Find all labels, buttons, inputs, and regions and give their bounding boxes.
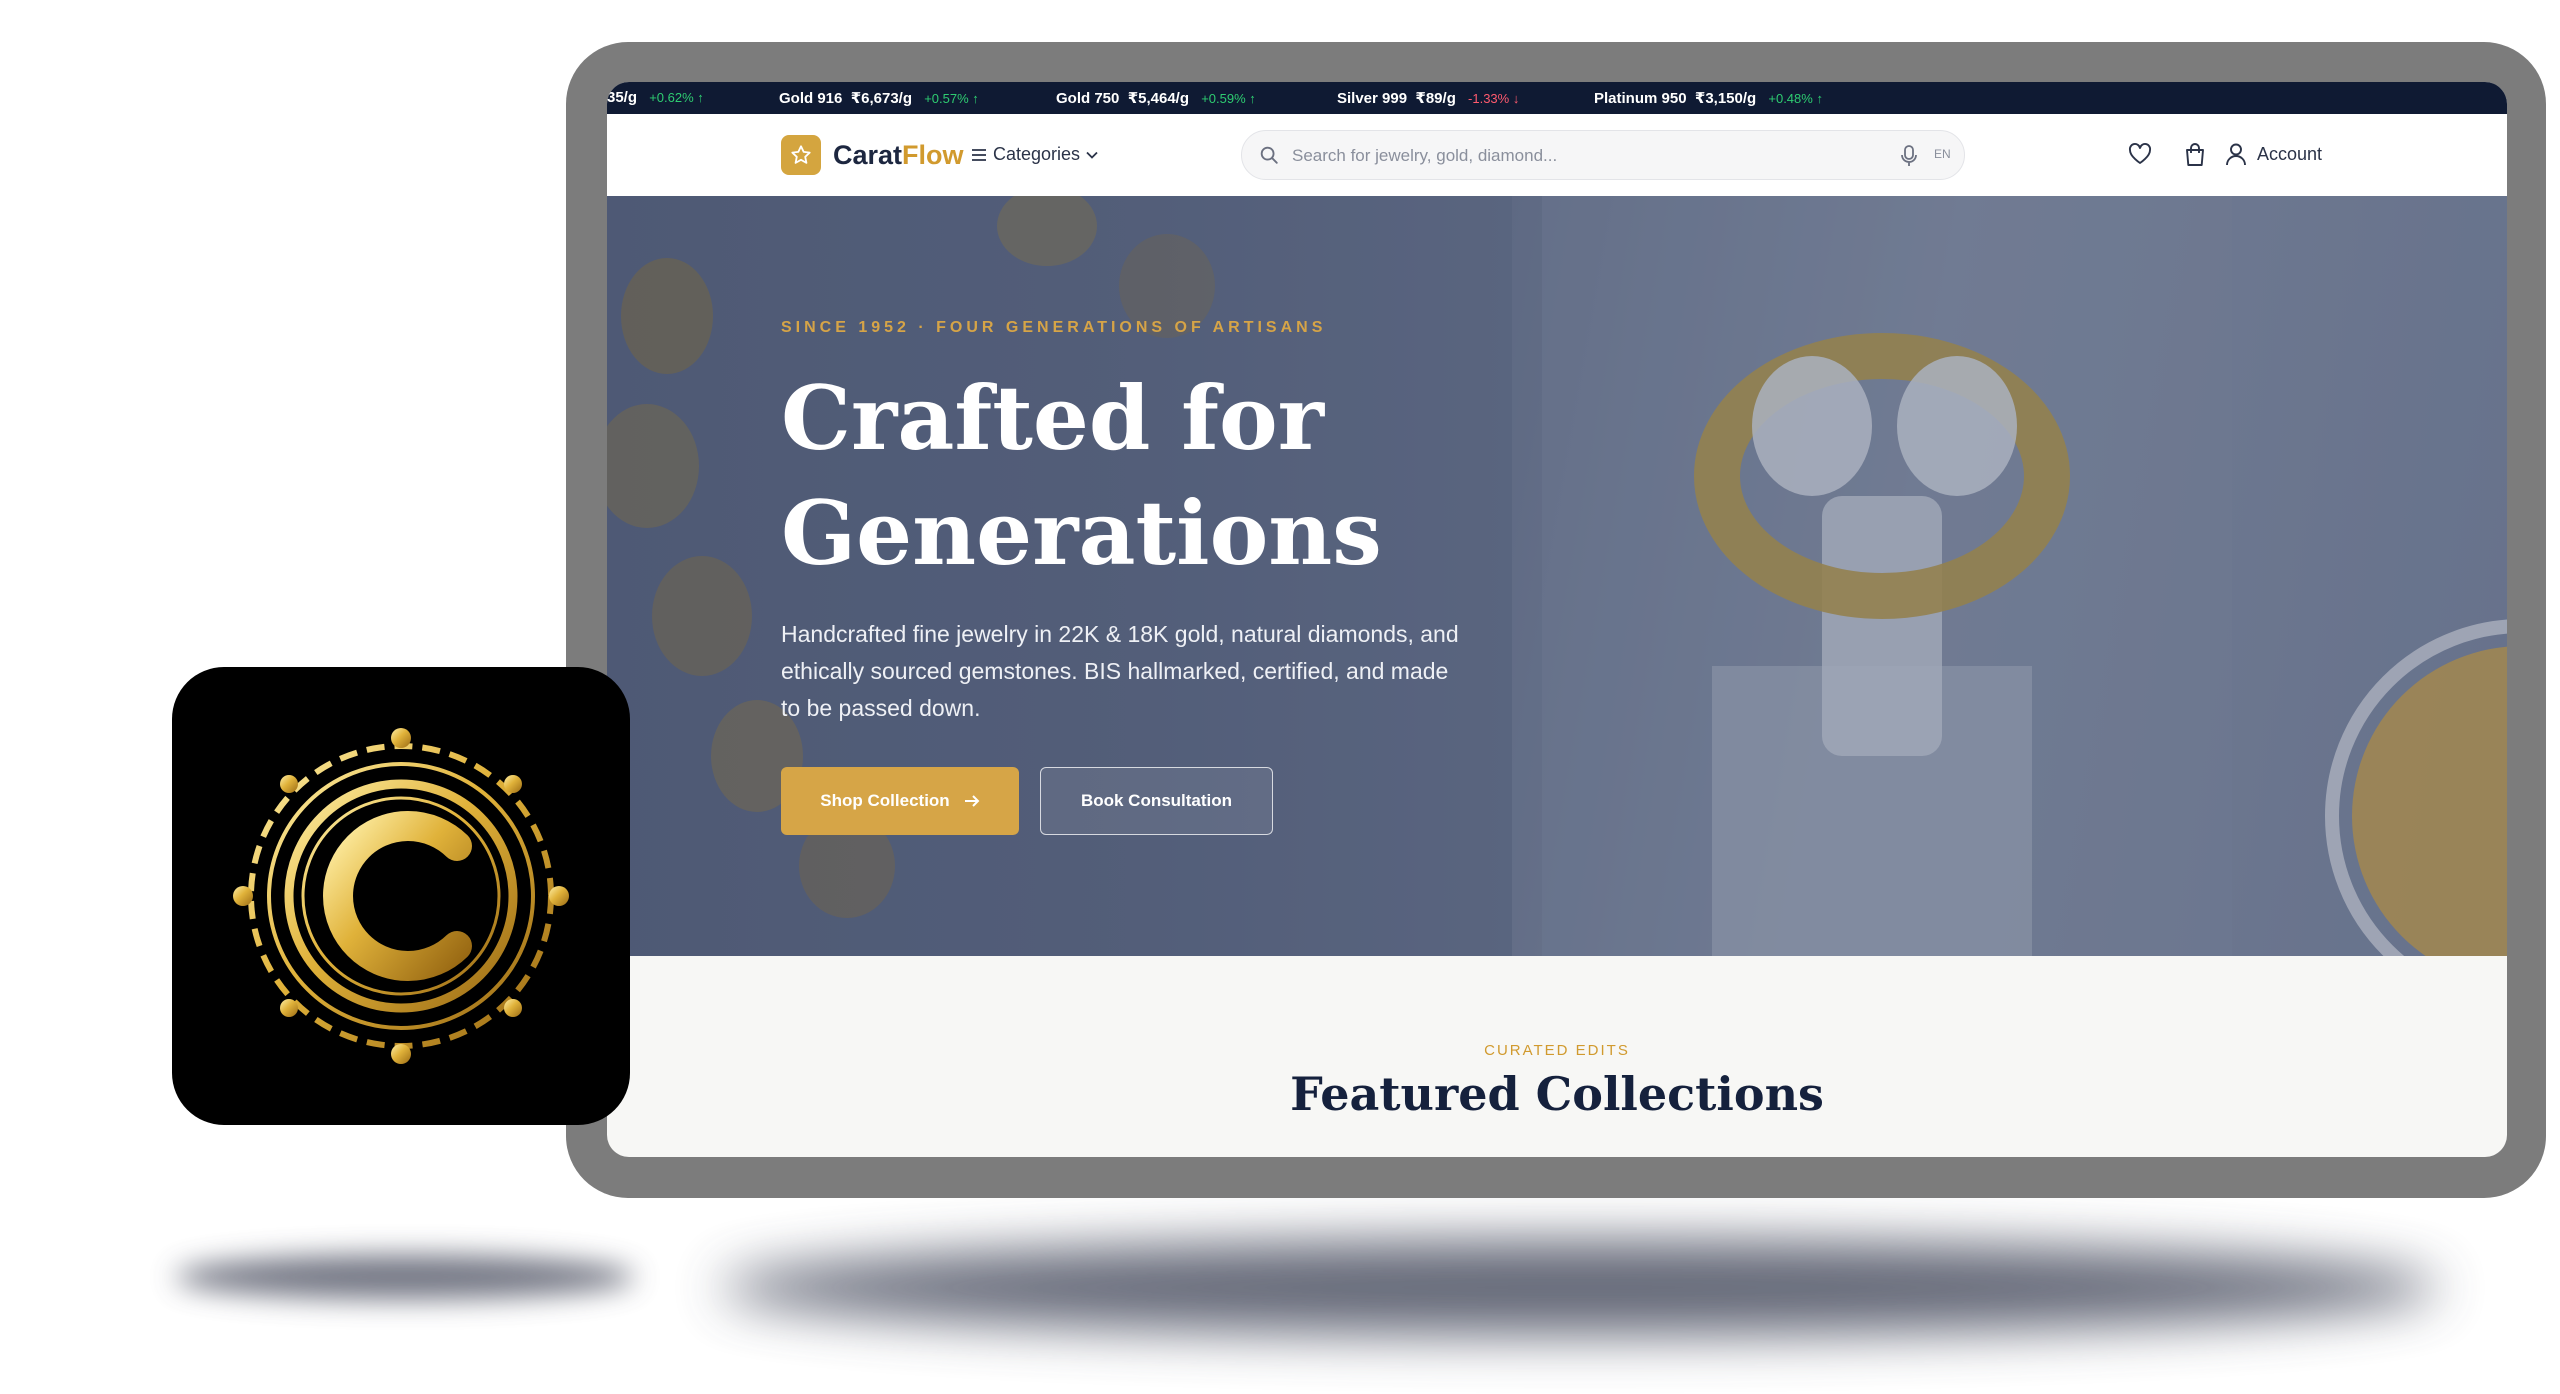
user-icon — [2226, 143, 2246, 166]
ticker-label: Silver 999 — [1337, 90, 1408, 107]
letter-c-glyph — [323, 811, 472, 981]
ticker-price: ₹5,464/g — [1127, 90, 1190, 107]
ticker-item: Platinum 950 ₹3,150/g +0.48% ↑ — [1594, 89, 1823, 107]
heart-icon[interactable] — [2127, 142, 2153, 166]
website-screen: 35/g +0.62% ↑ Gold 916 ₹6,673/g +0.57% ↑… — [607, 82, 2507, 1157]
price-ticker: 35/g +0.62% ↑ Gold 916 ₹6,673/g +0.57% ↑… — [607, 82, 2507, 114]
chevron-down-icon — [1086, 151, 1098, 159]
ticker-change: +0.62% ↑ — [649, 90, 704, 105]
shop-collection-button[interactable]: Shop Collection — [781, 767, 1019, 835]
book-consultation-label: Book Consultation — [1080, 791, 1233, 810]
hero-title: Crafted for Generations — [781, 366, 1382, 585]
ticker-label: Platinum 950 — [1594, 90, 1687, 107]
ticker-change: +0.59% ↑ — [1201, 91, 1256, 106]
search-bar: EN — [1241, 130, 1965, 180]
account-button[interactable]: Account — [2225, 142, 2322, 166]
logo-accent-text: Flow — [902, 140, 964, 170]
app-icon — [172, 667, 630, 1125]
book-consultation-button[interactable]: Book Consultation — [1040, 767, 1273, 835]
hero-subtitle: Handcrafted fine jewelry in 22K & 18K go… — [781, 621, 1459, 721]
logo-star-icon[interactable] — [781, 135, 821, 175]
logo-main-text: Carat — [833, 140, 903, 170]
menu-icon — [972, 148, 986, 161]
arrow-right-icon — [964, 795, 980, 807]
ticker-price: ₹3,150/g — [1694, 90, 1757, 107]
language-selector[interactable]: EN — [1934, 147, 1951, 161]
shop-collection-label: Shop Collection — [820, 791, 950, 810]
ticker-label: Gold 750 — [1056, 90, 1120, 107]
categories-menu[interactable]: Categories — [971, 144, 1098, 165]
ticker-item: Gold 916 ₹6,673/g +0.57% ↑ — [779, 89, 979, 107]
logo-wordmark[interactable]: CaratFlow — [833, 140, 964, 171]
hero-section: SINCE 1952 · FOUR GENERATIONS OF ARTISAN… — [607, 196, 2507, 956]
ticker-label: Gold 916 — [779, 90, 843, 107]
ticker-price: ₹6,673/g — [850, 90, 913, 107]
navbar: CaratFlow Categories EN Account — [607, 114, 2507, 196]
ticker-item: Gold 750 ₹5,464/g +0.59% ↑ — [1056, 89, 1256, 107]
search-input[interactable] — [1290, 143, 1854, 169]
search-icon — [1260, 146, 1278, 164]
ticker-item: Silver 999 ₹89/g -1.33% ↓ — [1337, 89, 1519, 107]
shopping-bag-icon[interactable] — [2183, 142, 2207, 168]
ticker-price: ₹89/g — [1415, 90, 1456, 107]
device-shadow — [720, 1240, 2440, 1335]
account-label: Account — [2257, 143, 2323, 164]
hero-eyebrow: SINCE 1952 · FOUR GENERATIONS OF ARTISAN… — [781, 319, 1327, 336]
ticker-item: 35/g +0.62% ↑ — [607, 89, 704, 106]
app-icon-shadow — [175, 1255, 635, 1299]
ornamental-c-logo-icon — [233, 728, 569, 1064]
ticker-change: +0.57% ↑ — [924, 91, 979, 106]
featured-eyebrow: CURATED EDITS — [1484, 1042, 1630, 1059]
ticker-change: +0.48% ↑ — [1768, 91, 1823, 106]
categories-label: Categories — [993, 144, 1081, 164]
featured-title: Featured Collections — [1290, 1067, 1824, 1121]
ticker-price: 35/g — [607, 89, 638, 106]
microphone-icon[interactable] — [1898, 144, 1920, 168]
ticker-change: -1.33% ↓ — [1468, 91, 1520, 106]
